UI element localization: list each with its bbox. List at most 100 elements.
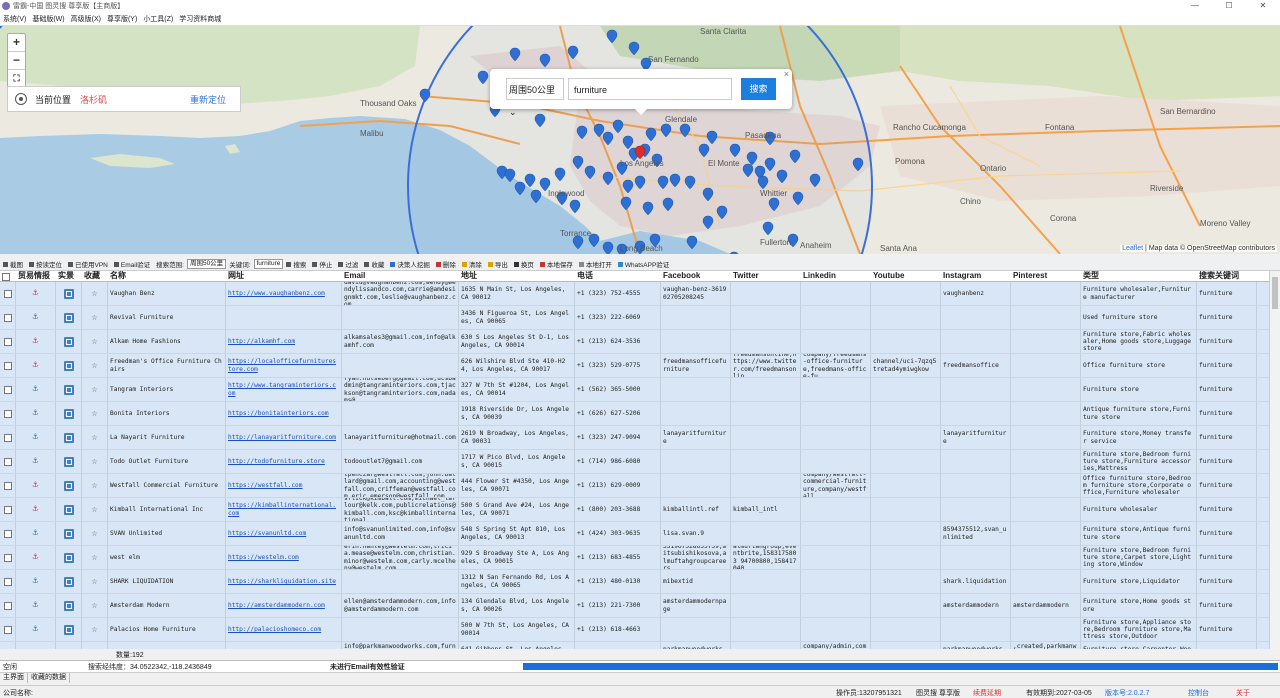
street-view-cell[interactable]	[56, 378, 82, 401]
anchor-icon[interactable]: ⚓	[33, 408, 38, 417]
table-row[interactable]: ⚓ ☆ La Nayarit Furniture http://lanayaritfu…	[0, 426, 1269, 450]
star-icon[interactable]: ☆	[91, 336, 97, 346]
table-row[interactable]: ⚓ ☆ Bonita Interiors https://bonitainterior…	[0, 402, 1269, 426]
row-checkbox-cell[interactable]	[0, 618, 16, 641]
anchor-icon[interactable]: ⚓	[33, 504, 38, 513]
star-icon[interactable]: ☆	[91, 504, 97, 514]
anchor-icon[interactable]: ⚓	[33, 600, 38, 609]
column-header[interactable]: Instagram	[941, 271, 1011, 281]
website-text[interactable]: http://palacioshomeco.com	[228, 626, 321, 633]
star-icon[interactable]: ☆	[91, 408, 97, 418]
anchor-icon[interactable]: ⚓	[33, 624, 38, 633]
row-checkbox[interactable]	[3, 601, 12, 610]
row-checkbox[interactable]	[3, 529, 12, 538]
table-scrollbar[interactable]	[1269, 271, 1280, 649]
building-icon[interactable]	[63, 480, 74, 491]
street-view-cell[interactable]	[56, 450, 82, 473]
trade-intel-cell[interactable]: ⚓	[16, 450, 56, 473]
zoom-in-button[interactable]: +	[8, 34, 25, 52]
menu-premium[interactable]: 尊享版(Y)	[104, 14, 140, 24]
building-icon[interactable]	[63, 456, 74, 467]
toolbar-export-button[interactable]: 导出	[485, 259, 511, 269]
favorite-cell[interactable]: ☆	[82, 426, 108, 449]
anchor-icon[interactable]: ⚓	[33, 360, 38, 369]
favorite-cell[interactable]: ☆	[82, 522, 108, 545]
column-header[interactable]: Youtube	[871, 271, 941, 281]
table-row[interactable]: ⚓ ☆ Todo Outlet Furniture http://todofurnit…	[0, 450, 1269, 474]
favorite-cell[interactable]: ☆	[82, 474, 108, 497]
favorite-cell[interactable]: ☆	[82, 330, 108, 353]
menu-advanced[interactable]: 高级版(X)	[68, 14, 104, 24]
favorite-cell[interactable]: ☆	[82, 642, 108, 649]
website-text[interactable]: https://westelm.com	[228, 554, 299, 561]
row-checkbox[interactable]	[3, 361, 12, 370]
close-window-button[interactable]: ✕	[1246, 0, 1280, 12]
column-header[interactable]: Facebook	[661, 271, 731, 281]
toolbar-radius-select[interactable]: 周围50公里	[186, 259, 227, 269]
tab-main[interactable]: 主界面	[0, 673, 28, 683]
toolbar-screenshot[interactable]: 截图	[0, 259, 26, 269]
column-header[interactable]	[0, 271, 16, 281]
website-text[interactable]: https://westfall.com	[228, 482, 303, 489]
table-row[interactable]: ⚓ ☆ Palacios Home Furniture http://palacios…	[0, 618, 1269, 642]
street-view-cell[interactable]	[56, 594, 82, 617]
row-checkbox[interactable]	[3, 505, 12, 514]
anchor-icon[interactable]: ⚓	[33, 384, 38, 393]
scrollbar-thumb[interactable]	[1272, 277, 1278, 309]
leaflet-link[interactable]: Leaflet	[1122, 245, 1143, 252]
radius-select[interactable]: 周围50公里 ⌄	[506, 78, 564, 117]
building-icon[interactable]	[63, 504, 74, 515]
trade-intel-cell[interactable]: ⚓	[16, 354, 56, 377]
building-icon[interactable]	[63, 360, 74, 371]
website-text[interactable]: http://todofurniture.store	[228, 458, 325, 465]
table-row[interactable]: ⚓ ☆ Revival Furniture 3436 N Figueroa St, L…	[0, 306, 1269, 330]
row-checkbox-cell[interactable]	[0, 522, 16, 545]
trade-intel-cell[interactable]: ⚓	[16, 498, 56, 521]
street-view-cell[interactable]	[56, 498, 82, 521]
street-view-cell[interactable]	[56, 618, 82, 641]
website-text[interactable]: http://alkamhf.com	[228, 338, 295, 345]
website-text[interactable]: https://kimballinternational.com	[228, 502, 339, 516]
column-header[interactable]: Twitter	[731, 271, 801, 281]
favorite-cell[interactable]: ☆	[82, 378, 108, 401]
favorite-cell[interactable]: ☆	[82, 354, 108, 377]
street-view-cell[interactable]	[56, 474, 82, 497]
row-checkbox-cell[interactable]	[0, 306, 16, 329]
cell-website[interactable]: https://bonitainteriors.com	[226, 402, 342, 425]
column-header[interactable]: 类型	[1081, 271, 1197, 281]
cell-website[interactable]: https://westfall.com	[226, 474, 342, 497]
row-checkbox[interactable]	[3, 409, 12, 418]
table-row[interactable]: ⚓ ☆ Freedman's Office Furniture Chairs http…	[0, 354, 1269, 378]
trade-intel-cell[interactable]: ⚓	[16, 594, 56, 617]
star-icon[interactable]: ☆	[91, 552, 97, 562]
column-header[interactable]: 电话	[575, 271, 661, 281]
street-view-cell[interactable]	[56, 642, 82, 649]
favorite-cell[interactable]: ☆	[82, 546, 108, 569]
toolbar-favorite-button[interactable]: 收藏	[361, 259, 387, 269]
trade-intel-cell[interactable]: ⚓	[16, 330, 56, 353]
table-row[interactable]: ⚓ ☆ Westfall Commercial Furniture https://w…	[0, 474, 1269, 498]
column-header[interactable]: Linkedin	[801, 271, 871, 281]
cell-website[interactable]: http://www.vaughanbenz.com	[226, 282, 342, 305]
row-checkbox-cell[interactable]	[0, 378, 16, 401]
row-checkbox[interactable]	[3, 625, 12, 634]
row-checkbox-cell[interactable]	[0, 498, 16, 521]
toolbar-vpn-checkbox[interactable]: 已使用VPN	[65, 259, 111, 269]
row-checkbox[interactable]	[3, 337, 12, 346]
favorite-cell[interactable]: ☆	[82, 306, 108, 329]
star-icon[interactable]: ☆	[91, 288, 97, 298]
table-row[interactable]: ⚓ ☆ SVAN Unlimited https://svanunltd.com inf…	[0, 522, 1269, 546]
website-text[interactable]: https://sharkliquidation.site	[228, 578, 336, 585]
table-row[interactable]: ⚓ ☆ Kimball International Inc https://kimba…	[0, 498, 1269, 522]
star-icon[interactable]: ☆	[91, 360, 97, 370]
building-icon[interactable]	[63, 600, 74, 611]
cell-website[interactable]: https://parkmanwoodworks.com	[226, 642, 342, 649]
street-view-cell[interactable]	[56, 330, 82, 353]
cell-website[interactable]: https://sharkliquidation.site	[226, 570, 342, 593]
anchor-icon[interactable]: ⚓	[33, 288, 38, 297]
cell-website[interactable]: http://todofurniture.store	[226, 450, 342, 473]
row-checkbox[interactable]	[3, 457, 12, 466]
building-icon[interactable]	[63, 576, 74, 587]
column-header[interactable]: Pinterest	[1011, 271, 1081, 281]
star-icon[interactable]: ☆	[91, 624, 97, 634]
